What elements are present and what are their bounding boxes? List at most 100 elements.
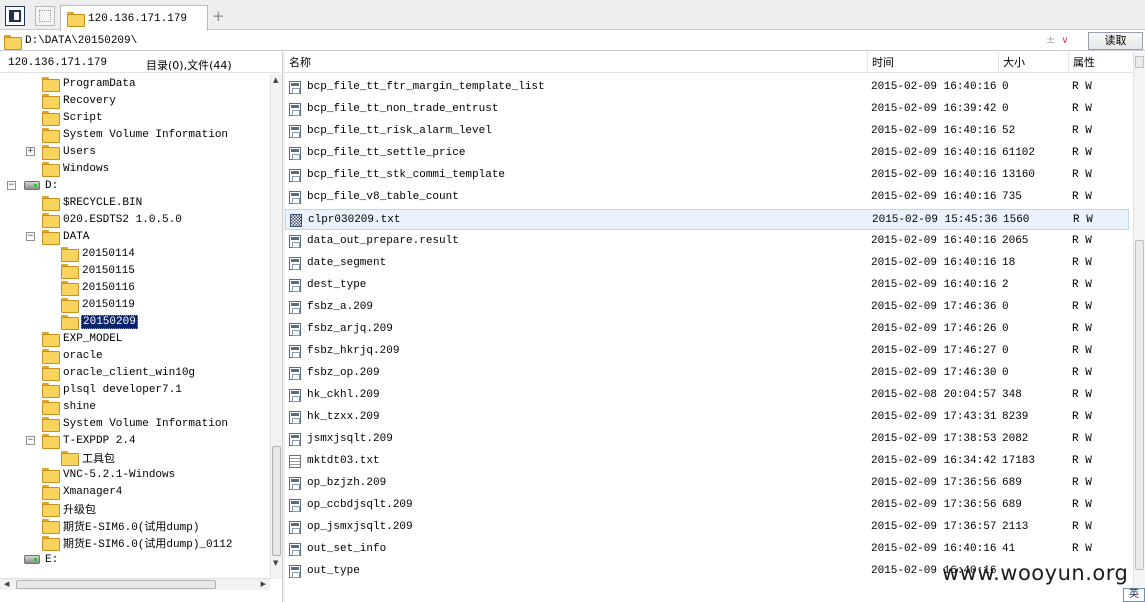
add-tab-button[interactable]: + [212,7,225,25]
tree-expander-icon[interactable]: + [26,147,35,156]
file-row[interactable]: bcp_file_tt_ftr_margin_template_list 2015… [285,77,1129,98]
tab-server[interactable]: 120.136.171.179 [60,5,208,31]
tree-item[interactable]: 20150209 [61,313,138,330]
tree-item-label: 期货E-SIM6.0(试用dump)_0112 [63,538,233,551]
plus-minus-icon[interactable]: ± [1046,33,1055,46]
tree-item[interactable]: D: [24,177,59,194]
tree-item[interactable]: E: [24,551,59,568]
tree-item[interactable]: System Volume Information [42,415,229,432]
file-row[interactable]: data_out_prepare.result 2015-02-09 16:40:… [285,231,1129,252]
file-row[interactable]: op_ccbdjsqlt.209 2015-02-09 17:36:56 689 R … [285,495,1129,516]
tree-item[interactable]: 020.ESDTS2 1.0.5.0 [42,211,183,228]
file-row[interactable]: bcp_file_v8_table_count 2015-02-09 16:40:… [285,187,1129,208]
tree-item-label: DATA [63,230,90,243]
file-size: 689 [1002,477,1022,489]
tree-horizontal-scrollbar[interactable]: ◀ ▶ [0,578,270,590]
scroll-thumb[interactable] [272,446,281,556]
file-icon [289,103,301,116]
scroll-down-icon[interactable]: ▼ [273,559,278,567]
read-button[interactable]: 读取 [1088,32,1143,50]
tree-item-label: 工具包 [82,453,115,466]
tree-item[interactable]: DATA [42,228,90,245]
file-row[interactable]: bcp_file_tt_non_trade_entrust 2015-02-09 … [285,99,1129,120]
tree-expander-icon[interactable]: − [7,181,16,190]
panel-toggle-button[interactable] [5,6,25,26]
tree-item[interactable]: 升级包 [42,500,97,517]
column-header-name[interactable]: 名称 [285,52,868,73]
file-row[interactable]: fsbz_hkrjq.209 2015-02-09 17:46:27 0 R W [285,341,1129,362]
file-row[interactable]: fsbz_op.209 2015-02-09 17:46:30 0 R W [285,363,1129,384]
tree-item[interactable]: 20150114 [61,245,136,262]
tree-item[interactable]: shine [42,398,97,415]
tree-item[interactable]: oracle_client_win10g [42,364,196,381]
file-list-vertical-scrollbar[interactable] [1133,52,1145,602]
file-row[interactable]: date_segment 2015-02-09 16:40:16 18 R W [285,253,1129,274]
tree-item[interactable]: $RECYCLE.BIN [42,194,143,211]
file-row[interactable]: bcp_file_tt_stk_commi_template 2015-02-09… [285,165,1129,186]
file-row[interactable]: fsbz_arjq.209 2015-02-09 17:46:26 0 R W [285,319,1129,340]
tree-item[interactable]: T-EXPDP 2.4 [42,432,137,449]
file-row[interactable]: op_jsmxjsqlt.209 2015-02-09 17:36:57 2113 R… [285,517,1129,538]
file-row[interactable]: clpr030209.txt 2015-02-09 15:45:36 1560 R W [285,209,1129,230]
folder-icon [42,162,60,177]
tree-vertical-scrollbar[interactable]: ▲ ▼ [270,74,282,579]
scroll-up-icon[interactable] [1135,56,1144,68]
file-row[interactable]: jsmxjsqlt.209 2015-02-09 17:38:53 2082 R W [285,429,1129,450]
tree-item[interactable]: Recovery [42,92,117,109]
file-attr: R W [1072,301,1092,313]
chevron-down-icon[interactable]: ∨ [1061,35,1068,46]
column-header-size[interactable]: 大小 [999,52,1069,73]
scroll-left-icon[interactable]: ◀ [4,580,9,588]
tree-item[interactable]: 工具包 [61,449,116,466]
tree-item[interactable]: 20150119 [61,296,136,313]
file-icon [289,499,301,512]
new-window-button[interactable] [35,6,55,26]
file-row[interactable]: op_bzjzh.209 2015-02-09 17:36:56 689 R W [285,473,1129,494]
tree-item[interactable]: oracle [42,347,104,364]
file-row[interactable]: hk_tzxx.209 2015-02-09 17:43:31 8239 R W [285,407,1129,428]
tree-item[interactable]: EXP_MODEL [42,330,123,347]
tree-item[interactable]: 期货E-SIM6.0(试用dump) [42,517,200,534]
tree-item[interactable]: Script [42,109,104,126]
text-file-icon [289,455,301,468]
file-row[interactable]: dest_type 2015-02-09 16:40:16 2 R W [285,275,1129,296]
tree-item[interactable]: 期货E-SIM6.0(试用dump)_0112 [42,534,233,551]
scroll-thumb[interactable] [16,580,216,589]
tree-item[interactable]: 20150116 [61,279,136,296]
file-size: 689 [1002,499,1022,511]
file-row[interactable]: mktdt03.txt 2015-02-09 16:34:42 17183 R W [285,451,1129,472]
tree-item[interactable]: System Volume Information [42,126,229,143]
file-row[interactable]: fsbz_a.209 2015-02-09 17:46:36 0 R W [285,297,1129,318]
tree-item[interactable]: Windows [42,160,110,177]
scroll-thumb[interactable] [1135,240,1144,570]
tree-item[interactable]: VNC-5.2.1-Windows [42,466,176,483]
tree-item[interactable]: plsql developer7.1 [42,381,183,398]
file-row[interactable]: out_set_info 2015-02-09 16:40:16 41 R W [285,539,1129,560]
tree-item-label: shine [63,400,97,413]
folder-icon [42,77,60,92]
tree-item[interactable]: ProgramData [42,75,137,92]
file-icon [289,477,301,490]
tree-item-label: Recovery [63,94,116,107]
column-header-attr[interactable]: 属性 [1069,52,1134,73]
file-time: 2015-02-09 15:45:36 [872,214,998,226]
folder-icon [42,485,60,500]
file-time: 2015-02-09 16:39:42 [871,103,997,115]
column-header-time[interactable]: 时间 [868,52,999,73]
tree-item[interactable]: 20150115 [61,262,136,279]
file-row[interactable]: bcp_file_tt_settle_price 2015-02-09 16:40… [285,143,1129,164]
scroll-up-icon[interactable]: ▲ [273,76,278,84]
tree-item[interactable]: Xmanager4 [42,483,123,500]
ime-indicator[interactable]: 英 [1123,588,1145,602]
tree-item[interactable]: Users [42,143,97,160]
file-attr: R W [1072,543,1092,555]
tree-expander-icon[interactable]: − [26,436,35,445]
address-input[interactable]: D:\DATA\20150209\ [4,32,1084,50]
file-list-header: 名称 时间 大小 属性 [285,52,1134,73]
file-row[interactable]: bcp_file_tt_risk_alarm_level 2015-02-09 1… [285,121,1129,142]
file-row[interactable]: hk_ckhl.209 2015-02-08 20:04:57 348 R W [285,385,1129,406]
tree-expander-icon[interactable]: − [26,232,35,241]
file-size: 735 [1002,191,1022,203]
file-attr: R W [1072,81,1092,93]
scroll-right-icon[interactable]: ▶ [261,580,266,588]
